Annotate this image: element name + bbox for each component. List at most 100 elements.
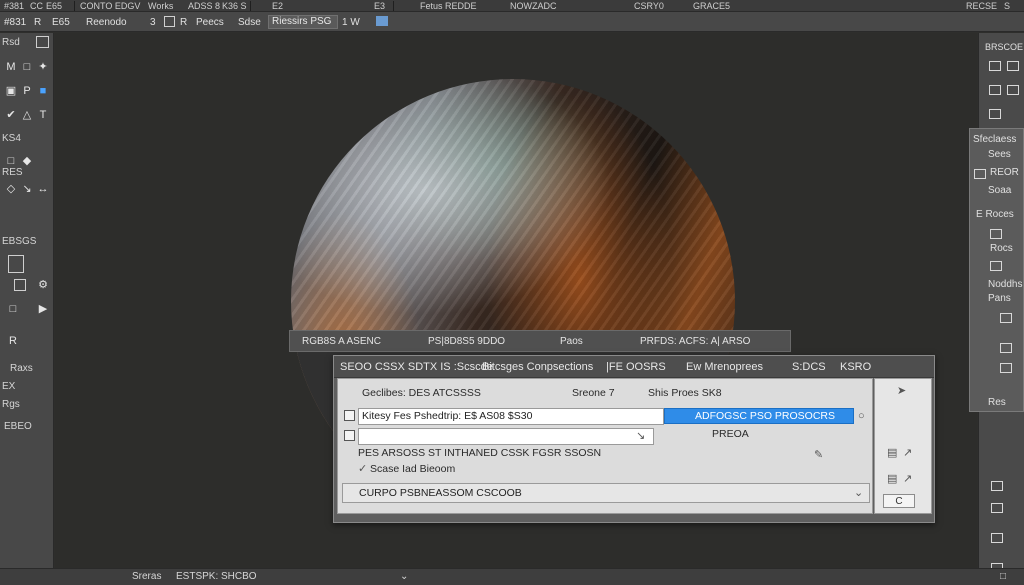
tool-dodge-icon[interactable]: ↔ xyxy=(36,183,50,195)
options-item[interactable]: Reenodo xyxy=(86,15,127,30)
tool-eraser-icon[interactable]: ◇ xyxy=(4,183,18,195)
background-color-icon[interactable] xyxy=(14,279,26,291)
collapse-icon[interactable] xyxy=(36,36,49,48)
panel-icon[interactable] xyxy=(1000,313,1012,323)
panel-item[interactable]: Soaa xyxy=(988,185,1011,197)
panel-icon[interactable] xyxy=(990,229,1002,239)
tool-fill-icon[interactable]: □ xyxy=(4,155,18,167)
menu-item-2[interactable]: CC xyxy=(30,0,43,12)
row-checkbox[interactable] xyxy=(344,410,355,421)
tool-blur-icon[interactable]: ↘ xyxy=(20,183,34,195)
dock-icon[interactable] xyxy=(991,503,1003,513)
tool-pen-icon[interactable]: P xyxy=(20,85,34,97)
menu-item-9[interactable]: E3 xyxy=(374,0,385,12)
pointer-icon[interactable]: ↗ xyxy=(903,473,912,485)
menu-item-13[interactable]: GRACE5 xyxy=(693,0,730,12)
text-field[interactable]: Kitesy Fes Pshedtrip: E$ AS08 $S30 xyxy=(358,408,664,425)
dock-icon[interactable] xyxy=(989,61,1001,71)
dialog-tab[interactable]: |FE OOSRS xyxy=(606,361,666,374)
tool-zoom-icon[interactable]: □ xyxy=(6,303,20,315)
menu-separator xyxy=(74,1,75,11)
foreground-color-icon[interactable] xyxy=(8,255,24,273)
panel-item[interactable]: REOR xyxy=(990,167,1019,179)
dialog-tab[interactable]: Ew Mrenoprees xyxy=(686,361,763,374)
dropdown-field[interactable]: CURPO PSBNEASSOM CSCOOB xyxy=(342,483,870,503)
options-item[interactable]: E65 xyxy=(52,15,70,30)
tool-gradient-icon[interactable]: ◆ xyxy=(20,155,34,167)
status-square-icon[interactable]: □ xyxy=(1000,571,1006,583)
options-item[interactable]: Sdse xyxy=(238,15,261,30)
dialog-tab[interactable]: Bitcsges Conpsections xyxy=(482,361,593,374)
dock-icon[interactable] xyxy=(989,85,1001,95)
menu-item-12[interactable]: CSRY0 xyxy=(634,0,664,12)
tool-quickmask-icon[interactable]: R xyxy=(6,335,20,347)
menu-item-7[interactable]: K36 S xyxy=(222,0,247,12)
list-icon[interactable]: ▤ xyxy=(887,473,897,485)
dialog-tab[interactable]: S:DCS xyxy=(792,361,826,374)
option-row[interactable]: PES ARSOSS ST INTHANED CSSK FGSR SSOSN xyxy=(358,447,601,460)
panel-icon[interactable] xyxy=(1000,343,1012,353)
color-swatch-icon[interactable] xyxy=(376,16,388,26)
panel-item[interactable]: Rocs xyxy=(990,243,1013,255)
tool-crop-icon[interactable]: ▣ xyxy=(4,85,18,97)
dock-icon[interactable] xyxy=(989,109,1001,119)
dropdown-arrow-icon[interactable]: ○ xyxy=(858,410,865,422)
tool-settings-icon[interactable]: ⚙ xyxy=(36,279,50,291)
menu-item-14[interactable]: RECSE xyxy=(966,0,997,12)
panel-item[interactable]: Pans xyxy=(988,293,1011,305)
cursor-icon[interactable]: ➤ xyxy=(897,385,906,397)
tool-brush-icon[interactable]: ✔ xyxy=(4,109,18,121)
panel-icon[interactable] xyxy=(990,261,1002,271)
tool-active-icon[interactable]: ■ xyxy=(36,85,50,97)
row-checkbox[interactable] xyxy=(344,430,355,441)
option-row[interactable]: Scase Iad Bieoom xyxy=(370,463,455,476)
dock-icon[interactable] xyxy=(991,533,1003,543)
menu-item-4[interactable]: CONTO EDGV xyxy=(80,0,140,12)
options-field[interactable]: Riessirs PSG xyxy=(268,15,338,29)
options-item[interactable]: 1 W xyxy=(342,15,360,30)
tool-shape-icon[interactable]: △ xyxy=(20,109,34,121)
pointer-icon[interactable]: ↗ xyxy=(903,447,912,459)
tool-move-icon[interactable]: M xyxy=(4,61,18,73)
list-icon[interactable]: ▤ xyxy=(887,447,897,459)
square-icon[interactable] xyxy=(164,16,175,27)
panel-item[interactable]: Res xyxy=(988,397,1006,409)
edit-icon[interactable]: ✎ xyxy=(814,449,823,461)
dialog-subtitle: Sreone 7 xyxy=(572,387,615,399)
status-chevron-icon[interactable]: ⌄ xyxy=(400,571,408,583)
small-button[interactable]: C xyxy=(883,494,915,508)
status-text: Sreras xyxy=(132,571,162,582)
tool-hand-icon[interactable]: ▶ xyxy=(36,303,50,315)
dock-icon[interactable] xyxy=(1007,61,1019,71)
chevron-down-icon[interactable]: ⌄ xyxy=(854,487,863,499)
tool-group-label: EBSGS xyxy=(2,236,37,247)
menu-item-1[interactable]: #381 xyxy=(4,0,24,12)
panel-item[interactable]: Sees xyxy=(988,149,1011,161)
panel-icon[interactable] xyxy=(1000,363,1012,373)
selected-dropdown[interactable]: ADFOGSC PSO PROSOCRS xyxy=(664,408,854,424)
menu-item-11[interactable]: NOWZADC xyxy=(510,0,557,12)
menu-item-10[interactable]: Fetus REDDE xyxy=(420,0,477,12)
tool-lasso-icon[interactable]: ✦ xyxy=(36,61,50,73)
dock-icon[interactable] xyxy=(1007,85,1019,95)
menu-item-5[interactable]: Works xyxy=(148,0,173,12)
panel-item[interactable]: Noddhs xyxy=(988,279,1022,291)
dialog-tab[interactable]: SEOO CSSX SDTX IS :Scscde xyxy=(340,361,493,374)
tool-marquee-icon[interactable]: □ xyxy=(20,61,34,73)
menu-item-8[interactable]: E2 xyxy=(272,0,283,12)
tool-type-icon[interactable]: T xyxy=(36,109,50,121)
menu-item-3[interactable]: E65 xyxy=(46,0,62,12)
options-item[interactable]: R xyxy=(180,15,187,30)
options-item[interactable]: #831 xyxy=(4,15,26,30)
resize-icon[interactable]: ↘ xyxy=(636,430,645,442)
text-field[interactable] xyxy=(358,428,654,445)
options-item[interactable]: R xyxy=(34,15,41,30)
menu-item-6[interactable]: ADSS 8 xyxy=(188,0,220,12)
menu-item-15[interactable]: S xyxy=(1004,0,1010,12)
panel-icon[interactable] xyxy=(974,169,986,179)
dock-icon[interactable] xyxy=(991,481,1003,491)
options-item[interactable]: 3 xyxy=(150,15,156,30)
options-item[interactable]: Peecs xyxy=(196,15,224,30)
dialog-close-label[interactable]: KSRO xyxy=(840,361,871,374)
panel-item[interactable]: E Roces xyxy=(976,209,1014,221)
